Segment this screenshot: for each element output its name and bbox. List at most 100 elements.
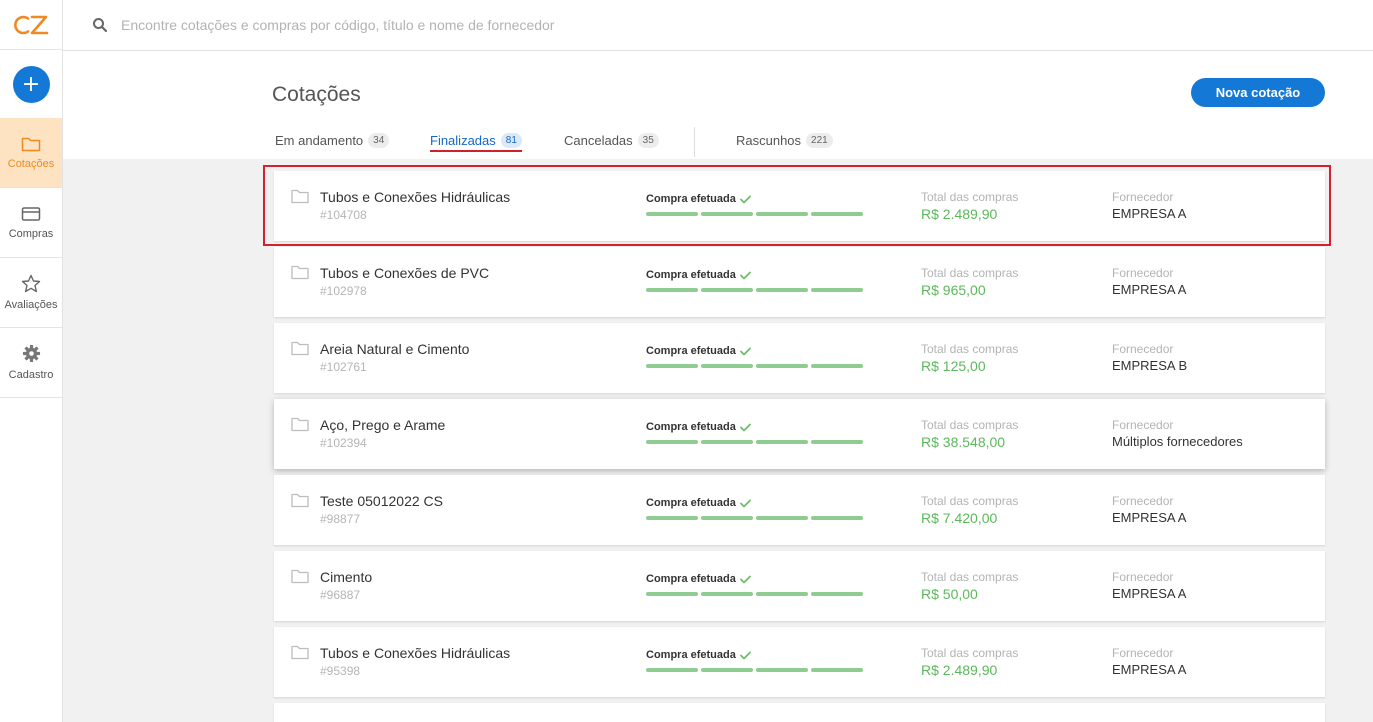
sidebar-item-cadastro[interactable]: Cadastro xyxy=(0,328,62,398)
new-quote-button[interactable]: Nova cotação xyxy=(1191,78,1325,107)
sidebar-item-compras[interactable]: Compras xyxy=(0,188,62,258)
quote-id: #104708 xyxy=(320,208,367,222)
check-icon xyxy=(739,651,751,659)
supplier-label: Fornecedor xyxy=(1112,266,1174,280)
tab-em-andamento[interactable]: Em andamento 34 xyxy=(275,130,390,150)
tab-count-badge: 81 xyxy=(500,132,522,148)
tab-finalizadas[interactable]: Finalizadas 81 xyxy=(430,130,522,152)
add-button[interactable]: + xyxy=(12,65,50,103)
supplier-label: Fornecedor xyxy=(1112,570,1174,584)
sidebar-item-label: Cotações xyxy=(7,157,55,170)
supplier-label: Fornecedor xyxy=(1112,190,1174,204)
logo[interactable] xyxy=(0,0,62,50)
status-text: Compra efetuada xyxy=(646,421,736,433)
total-label: Total das compras xyxy=(921,266,1019,280)
star-icon xyxy=(21,274,41,293)
folder-icon xyxy=(291,189,309,204)
progress-bar xyxy=(646,212,863,216)
progress-bar xyxy=(646,592,863,596)
tab-count-badge: 35 xyxy=(637,132,659,148)
progress-step xyxy=(756,364,808,368)
tab-canceladas[interactable]: Canceladas 35 xyxy=(564,130,659,150)
search-input[interactable] xyxy=(121,17,821,33)
supplier-value: EMPRESA A xyxy=(1112,662,1187,677)
total-label: Total das compras xyxy=(921,418,1019,432)
folder-icon xyxy=(291,569,309,584)
total-value: R$ 50,00 xyxy=(921,586,978,602)
progress-step xyxy=(701,668,753,672)
sidebar-item-label: Cadastro xyxy=(8,369,54,381)
tab-label: Em andamento xyxy=(275,132,364,148)
progress-step xyxy=(646,592,698,596)
progress-bar xyxy=(646,364,863,368)
progress-step xyxy=(701,440,753,444)
total-label: Total das compras xyxy=(921,646,1019,660)
total-label: Total das compras xyxy=(921,494,1019,508)
topbar xyxy=(63,0,1373,51)
gear-icon xyxy=(22,344,40,363)
progress-step xyxy=(701,592,753,596)
progress-step xyxy=(701,516,753,520)
quote-card[interactable]: Tubos e Conexões Hidráulicas #104708 Com… xyxy=(274,171,1325,241)
progress-step xyxy=(811,364,863,368)
total-label: Total das compras xyxy=(921,342,1019,356)
quote-card[interactable]: Areia Natural e Cimento #102761 Compra e… xyxy=(274,323,1325,393)
check-icon xyxy=(739,423,751,431)
progress-step xyxy=(701,364,753,368)
quote-title: Cimento xyxy=(320,569,373,585)
total-value: R$ 7.420,00 xyxy=(921,510,998,526)
check-icon xyxy=(739,499,751,507)
progress-step xyxy=(756,668,808,672)
status-badge: Compra efetuada xyxy=(646,269,751,281)
progress-step xyxy=(701,212,753,216)
page-header: Cotações Nova cotação Em andamento 34 Fi… xyxy=(63,51,1373,159)
progress-step xyxy=(756,592,808,596)
supplier-value: EMPRESA A xyxy=(1112,586,1187,601)
progress-step xyxy=(646,364,698,368)
check-icon xyxy=(739,195,751,203)
folder-icon xyxy=(21,137,41,151)
sidebar-item-cotacoes[interactable]: Cotações xyxy=(0,118,62,188)
status-text: Compra efetuada xyxy=(646,269,736,281)
status-text: Compra efetuada xyxy=(646,497,736,509)
tab-rascunhos[interactable]: Rascunhos 221 xyxy=(736,130,833,150)
status-text: Compra efetuada xyxy=(646,573,736,585)
add-wrap: + xyxy=(0,50,62,118)
progress-step xyxy=(756,288,808,292)
progress-step xyxy=(811,288,863,292)
sidebar-item-avaliacoes[interactable]: Avaliações xyxy=(0,258,62,328)
tab-label: Rascunhos xyxy=(736,132,802,148)
status-badge: Compra efetuada xyxy=(646,497,751,509)
progress-step xyxy=(811,592,863,596)
quote-id: #95398 xyxy=(320,664,361,678)
supplier-label: Fornecedor xyxy=(1112,646,1174,660)
progress-step xyxy=(811,668,863,672)
folder-icon xyxy=(291,341,309,356)
progress-step xyxy=(646,288,698,292)
quote-card[interactable]: Tubos e Conexões Hidráulicas #95398 Comp… xyxy=(274,627,1325,697)
status-badge: Compra efetuada xyxy=(646,649,751,661)
quote-title: Aço, Prego e Arame xyxy=(320,417,446,433)
tab-count-badge: 34 xyxy=(368,132,390,148)
check-icon xyxy=(739,271,751,279)
supplier-label: Fornecedor xyxy=(1112,342,1174,356)
quote-card[interactable]: Cimento #96887 Compra efetuada Total das… xyxy=(274,551,1325,621)
status-text: Compra efetuada xyxy=(646,649,736,661)
quote-card[interactable]: Teste 05012022 CS #98877 Compra efetuada… xyxy=(274,475,1325,545)
sidebar: + Cotações Compras Avaliações Cadastro xyxy=(0,0,63,722)
folder-icon xyxy=(291,493,309,508)
total-value: R$ 2.489,90 xyxy=(921,662,998,678)
progress-step xyxy=(811,516,863,520)
status-badge: Compra efetuada xyxy=(646,421,751,433)
progress-bar xyxy=(646,288,863,292)
quote-card[interactable]: Tubos e Conexões de PVC #102978 Compra e… xyxy=(274,247,1325,317)
quote-card[interactable]: Aço, Prego e Arame #102394 Compra efetua… xyxy=(274,399,1325,469)
active-tab-underline xyxy=(430,150,522,152)
sidebar-item-label: Avaliações xyxy=(4,299,58,311)
quote-title: Tubos e Conexões Hidráulicas xyxy=(320,645,511,661)
quote-card-partial[interactable] xyxy=(274,703,1325,722)
status-text: Compra efetuada xyxy=(646,193,736,205)
status-badge: Compra efetuada xyxy=(646,573,751,585)
tab-label: Finalizadas xyxy=(430,132,496,148)
tabs: Em andamento 34 Finalizadas 81 Cancelada… xyxy=(275,127,1175,159)
